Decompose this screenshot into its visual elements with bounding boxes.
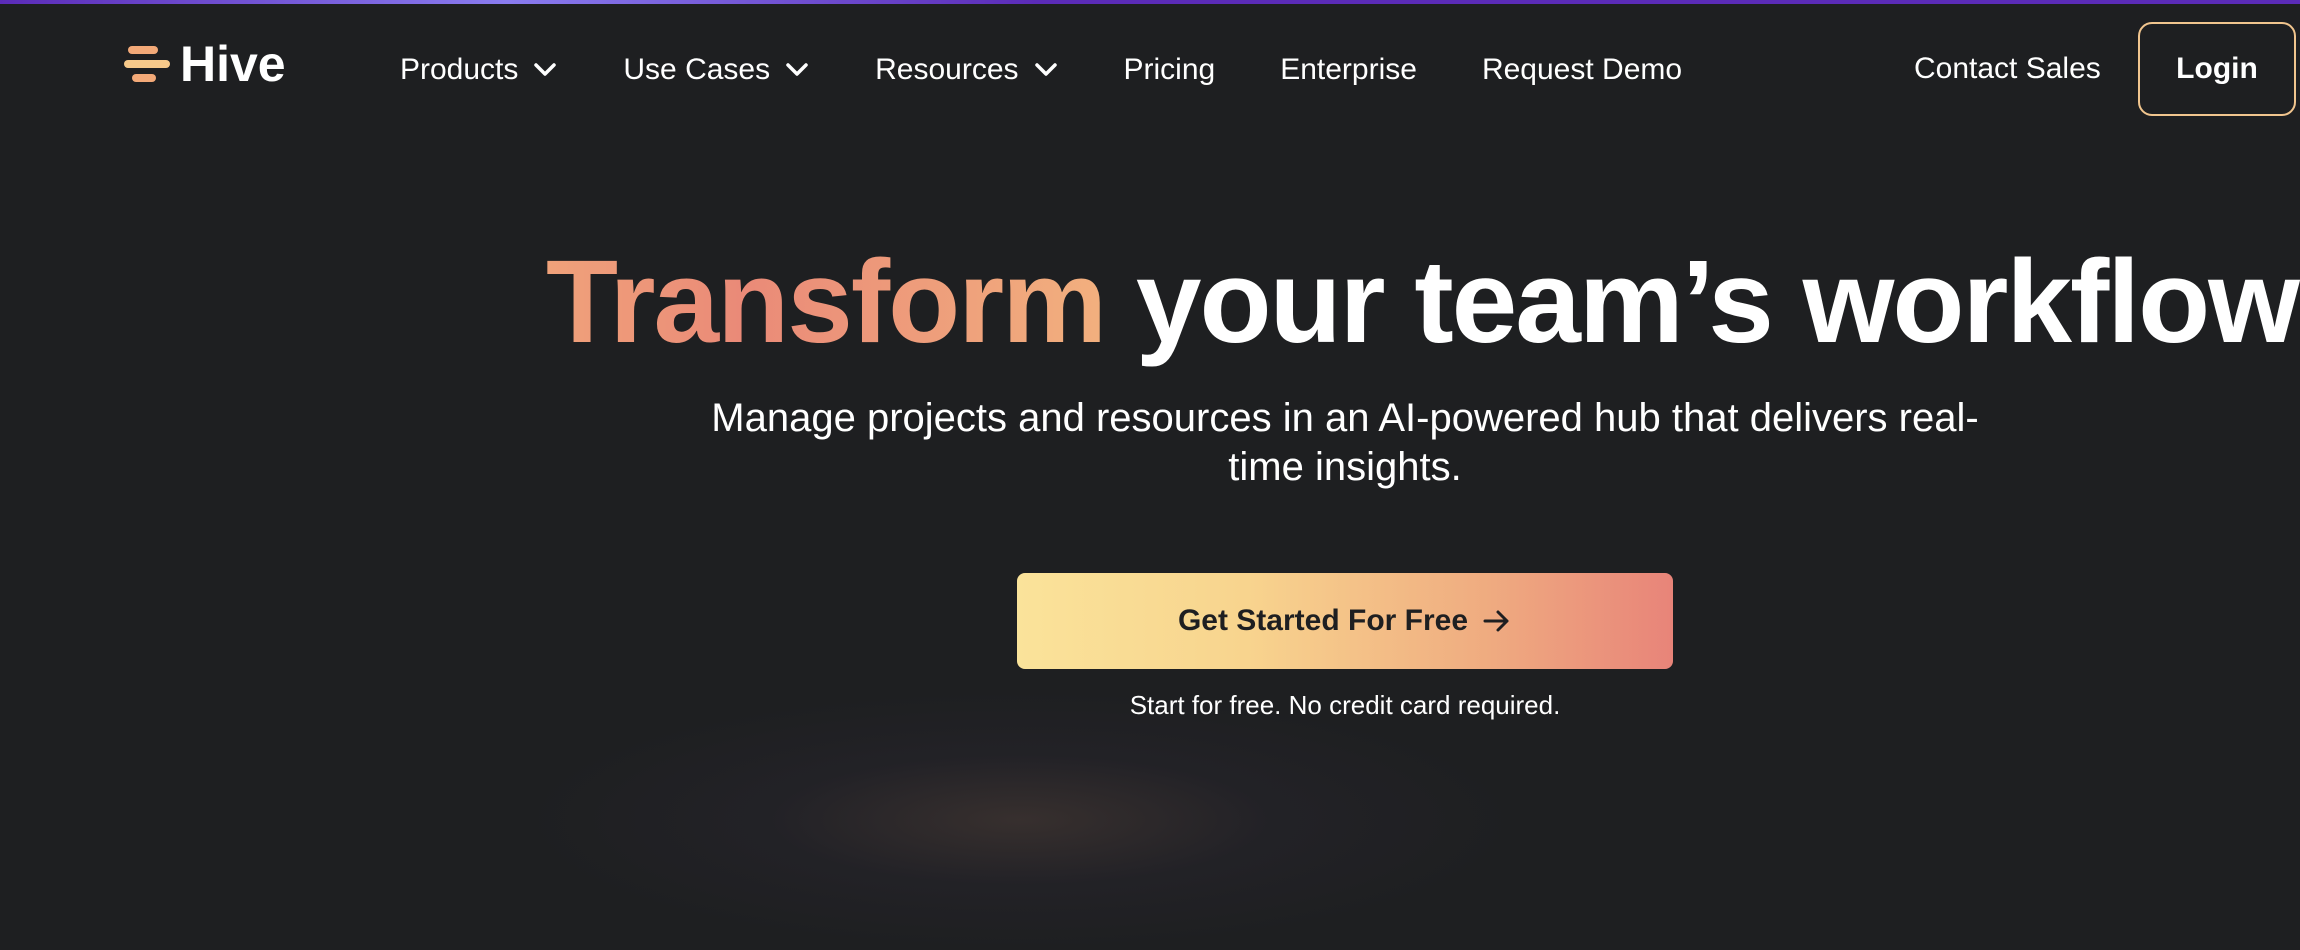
hero-title-rest: your team’s workflows — [1105, 236, 2300, 368]
chevron-down-icon — [786, 63, 808, 76]
hive-logo-icon — [124, 46, 170, 82]
brand-name: Hive — [180, 36, 286, 92]
get-started-label: Get Started For Free — [1177, 604, 1469, 637]
get-started-button[interactable]: Get Started For Free — [1017, 573, 1673, 669]
nav-item-pricing[interactable]: Pricing — [1124, 53, 1216, 87]
nav-item-use-cases[interactable]: Use Cases — [623, 53, 810, 87]
hero-title-accent: Transform — [546, 236, 1107, 368]
nav-item-label: Use Cases — [623, 53, 771, 86]
hero-subtitle: Manage projects and resources in an AI-p… — [711, 396, 1979, 489]
nav-item-label: Pricing — [1123, 53, 1216, 86]
background-glow — [520, 690, 1520, 950]
nav-item-label: Resources — [875, 53, 1019, 86]
chevron-down-icon — [534, 63, 557, 76]
free-trial-note: Start for free. No credit card required. — [1129, 690, 1561, 720]
nav-item-label: Products — [400, 53, 519, 86]
nav-item-resources[interactable]: Resources — [875, 53, 1058, 87]
nav-item-label: Request Demo — [1481, 53, 1683, 86]
nav-item-products[interactable]: Products — [400, 53, 558, 87]
chevron-down-icon — [1034, 63, 1057, 76]
hive-logo-link[interactable]: Hive — [124, 34, 286, 94]
hero-title: Transform your team’s workflows — [0, 232, 2300, 372]
contact-sales-link[interactable]: Contact Sales — [1914, 52, 2101, 86]
nav-item-enterprise[interactable]: Enterprise — [1280, 53, 1417, 87]
nav-item-request-demo[interactable]: Request Demo — [1482, 53, 1682, 87]
nav-item-label: Enterprise — [1280, 53, 1417, 86]
main-menu: Products Use Cases Resources Pricing Ent… — [400, 48, 1682, 92]
arrow-right-icon — [1483, 610, 1509, 632]
top-navigation: Hive Products Use Cases Resources Pricin… — [0, 4, 2300, 132]
login-button[interactable]: Login — [2138, 22, 2296, 116]
